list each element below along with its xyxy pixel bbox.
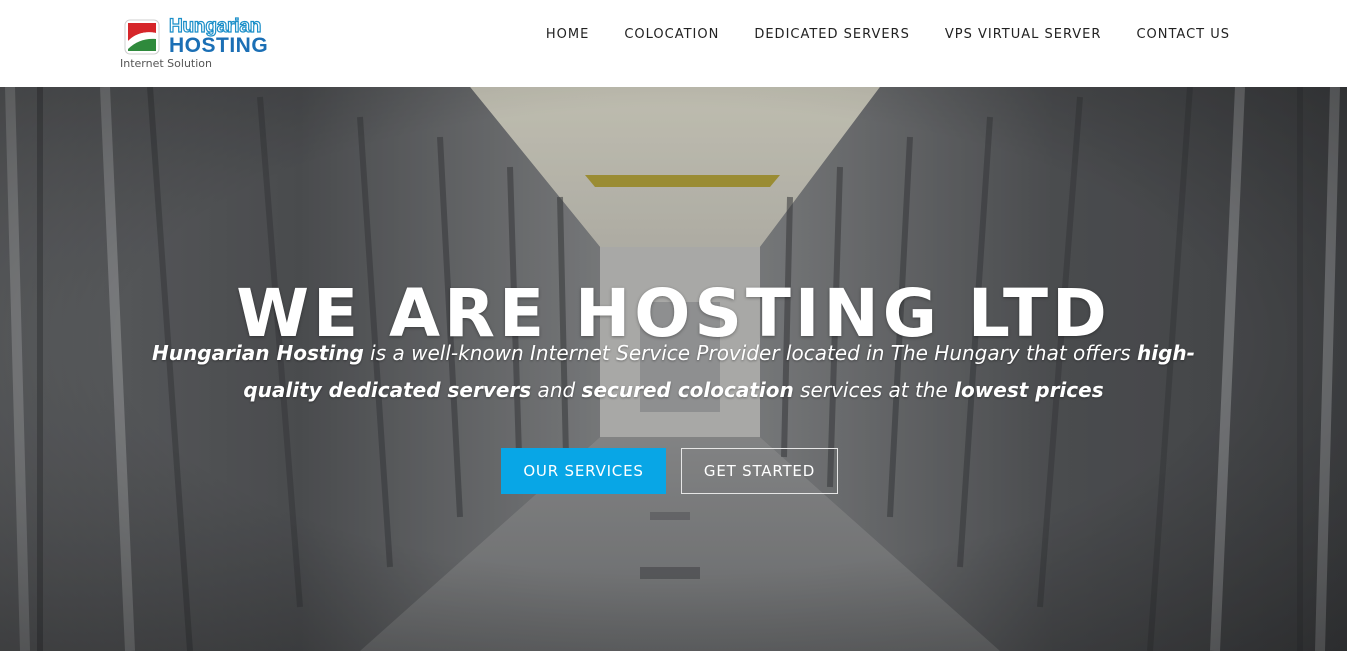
- hero-sub-part-7: lowest prices: [954, 378, 1104, 402]
- nav-item-home[interactable]: HOME: [511, 27, 589, 43]
- hero-section: WE ARE HOSTING LTD Hungarian Hosting is …: [0, 87, 1347, 651]
- site-header: Hungarian HOSTING Internet Solution HOME…: [0, 0, 1347, 87]
- hero-sub-part-1: Hungarian Hosting: [152, 341, 364, 365]
- nav-item-colocation[interactable]: COLOCATION: [589, 27, 719, 43]
- logo-text-hosting: HOSTING: [169, 34, 269, 57]
- main-nav: HOME COLOCATION DEDICATED SERVERS VPS VI…: [511, 27, 1230, 43]
- hero-subtitle: Hungarian Hosting is a well-known Intern…: [140, 335, 1207, 409]
- get-started-button[interactable]: GET STARTED: [681, 448, 838, 494]
- site-logo[interactable]: Hungarian HOSTING Internet Solution: [120, 15, 290, 75]
- hero-sub-part-6: services at the: [793, 378, 955, 402]
- nav-item-vps-virtual-server[interactable]: VPS VIRTUAL SERVER: [910, 27, 1102, 43]
- our-services-button[interactable]: OUR SERVICES: [501, 448, 666, 494]
- hero-sub-part-2: is a well-known Internet Service Provide…: [363, 341, 1137, 365]
- hero-sub-part-5: secured colocation: [581, 378, 794, 402]
- hero-sub-part-4: and: [531, 378, 582, 402]
- nav-item-contact-us[interactable]: CONTACT US: [1101, 27, 1230, 43]
- hungarian-flag-icon: [124, 19, 160, 55]
- logo-tagline: Internet Solution: [120, 57, 212, 70]
- nav-item-dedicated-servers[interactable]: DEDICATED SERVERS: [719, 27, 910, 43]
